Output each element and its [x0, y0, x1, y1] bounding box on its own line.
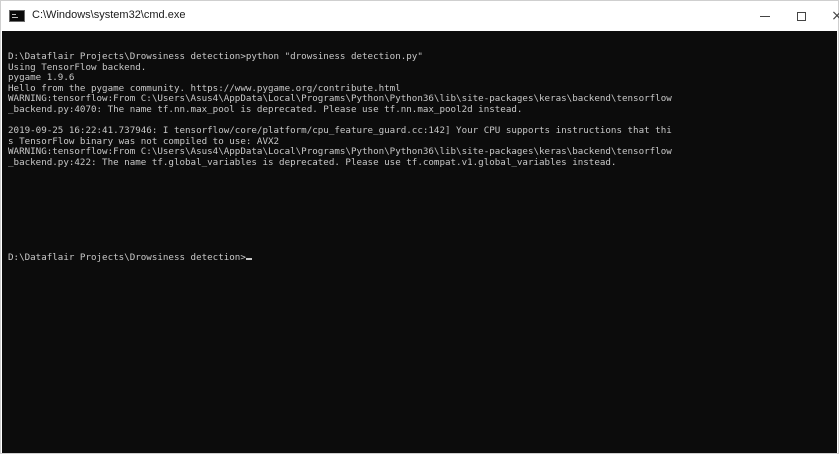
console-line: s TensorFlow binary was not compiled to … — [8, 135, 280, 147]
title-bar[interactable]: C:\Windows\system32\cmd.exe × — [1, 1, 839, 31]
console-line: Using TensorFlow backend. — [8, 61, 147, 73]
console-prompt-line: D:\Dataflair Projects\Drowsiness detecti… — [8, 252, 246, 264]
cmd-icon[interactable] — [9, 10, 25, 22]
console-line: 2019-09-25 16:22:41.737946: I tensorflow… — [8, 125, 672, 137]
maximize-icon — [796, 11, 806, 21]
close-icon: × — [831, 8, 839, 24]
close-button[interactable]: × — [815, 1, 839, 31]
console-line: WARNING:tensorflow:From C:\Users\Asus4\A… — [8, 93, 672, 105]
console-line: WARNING:tensorflow:From C:\Users\Asus4\A… — [8, 146, 672, 158]
console-text[interactable]: D:\Dataflair Projects\Drowsiness detecti… — [8, 52, 837, 264]
console-line: pygame 1.9.6 — [8, 72, 75, 84]
cmd-window: C:\Windows\system32\cmd.exe × D:\Datafla… — [0, 0, 839, 454]
console-output-area[interactable]: D:\Dataflair Projects\Drowsiness detecti… — [2, 31, 837, 453]
console-line: D:\Dataflair Projects\Drowsiness detecti… — [8, 52, 423, 62]
console-line: Hello from the pygame community. https:/… — [8, 82, 401, 94]
console-line: _backend.py:422: The name tf.global_vari… — [8, 156, 617, 168]
minimize-icon — [760, 15, 770, 17]
window-title: C:\Windows\system32\cmd.exe — [32, 9, 186, 21]
text-cursor — [245, 258, 252, 261]
console-line: _backend.py:4070: The name tf.nn.max_poo… — [8, 103, 523, 115]
